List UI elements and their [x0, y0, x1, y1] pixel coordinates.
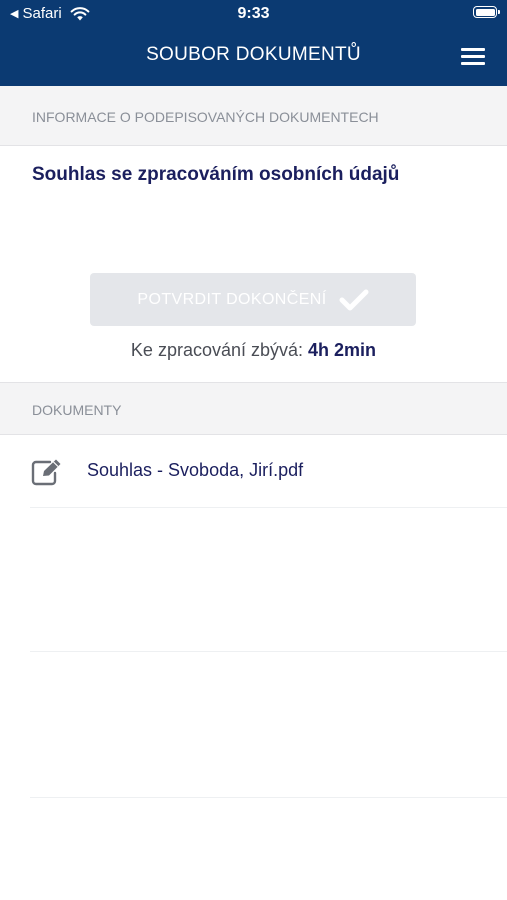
- info-section-header: INFORMACE O PODEPISOVANÝCH DOKUMENTECH: [0, 86, 507, 146]
- top-bar: ◀ Safari 9:33 SOUBOR DOKUMENTŮ: [0, 0, 507, 86]
- documents-section-header: DOKUMENTY: [0, 382, 507, 435]
- nav-bar: SOUBOR DOKUMENTŮ: [0, 28, 507, 86]
- remaining-value: 4h 2min: [308, 340, 377, 360]
- battery-icon: [473, 6, 500, 18]
- document-name: Souhlas - Svoboda, Jirí.pdf: [87, 460, 304, 480]
- clock: 9:33: [237, 5, 270, 22]
- divider: [30, 797, 507, 798]
- remaining-label: Ke zpracování zbývá:: [130, 340, 304, 360]
- menu-line: [461, 62, 485, 65]
- divider: [30, 651, 507, 652]
- status-bar: ◀ Safari 9:33: [0, 0, 507, 28]
- divider: [30, 507, 507, 508]
- checkmark-icon: [339, 289, 369, 310]
- menu-line: [461, 48, 485, 51]
- edit-document-icon: [31, 459, 61, 486]
- confirm-completion-button[interactable]: POTVRDIT DOKONČENÍ: [90, 273, 416, 326]
- page-title: SOUBOR DOKUMENTŮ: [146, 44, 361, 65]
- list-item[interactable]: Souhlas - Svoboda, Jirí.pdf: [0, 436, 507, 506]
- menu-line: [461, 55, 485, 58]
- remaining-time: Ke zpracování zbývá: 4h 2min: [0, 340, 507, 361]
- confirm-button-label: POTVRDIT DOKONČENÍ: [137, 290, 327, 308]
- hamburger-menu-icon[interactable]: [461, 46, 485, 66]
- document-set-title: Souhlas se zpracováním osobních údajů: [32, 164, 400, 185]
